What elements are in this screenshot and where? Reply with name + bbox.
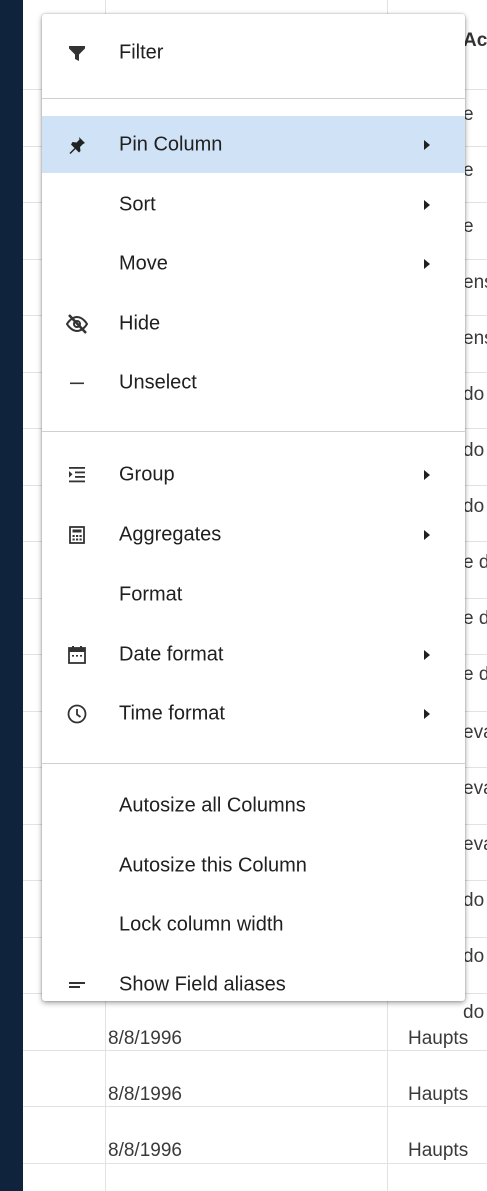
grid-cell-partial: eva	[463, 778, 487, 799]
grid-row-line	[23, 1162, 487, 1164]
menu-item-label: Autosize this Column	[119, 854, 307, 876]
grid-cell-partial: e d	[463, 608, 487, 629]
submenu-arrow-icon	[424, 199, 430, 210]
submenu-arrow-icon	[424, 708, 430, 719]
menu-item-pin-column[interactable]: Pin Column	[42, 116, 465, 173]
menu-item-label: Sort	[119, 193, 156, 215]
grid-cell-date[interactable]: 8/8/1996	[108, 1028, 182, 1050]
menu-item-label: Show Field aliases	[119, 973, 286, 995]
menu-item-label: Move	[119, 252, 168, 274]
grid-cell-partial: e d	[463, 664, 487, 685]
menu-item-label: Lock column width	[119, 913, 284, 935]
menu-item-time-format[interactable]: Time format	[42, 685, 465, 742]
calculator-icon	[64, 522, 90, 548]
menu-item-show-field-aliases[interactable]: Show Field aliases	[42, 956, 465, 1013]
menu-item-date-format[interactable]: Date format	[42, 626, 465, 683]
menu-item-autosize-all-columns[interactable]: Autosize all Columns	[42, 777, 465, 834]
column-header-partial[interactable]: Ac	[463, 30, 487, 52]
menu-item-label: Date format	[119, 643, 224, 665]
menu-item-format[interactable]: Format	[42, 566, 465, 623]
menu-item-label: Pin Column	[119, 133, 223, 155]
grid-cell-partial: eva	[463, 722, 487, 743]
menu-item-autosize-this-column[interactable]: Autosize this Column	[42, 837, 465, 894]
menu-item-label: Time format	[119, 702, 225, 724]
menu-separator	[42, 763, 465, 764]
submenu-arrow-icon	[424, 469, 430, 480]
submenu-arrow-icon	[424, 139, 430, 150]
submenu-arrow-icon	[424, 649, 430, 660]
filter-icon	[64, 40, 90, 66]
menu-item-filter[interactable]: Filter	[42, 24, 465, 81]
menu-item-label: Group	[119, 463, 175, 485]
menu-item-move[interactable]: Move	[42, 235, 465, 292]
menu-item-label: Unselect	[119, 371, 197, 393]
menu-separator	[42, 98, 465, 99]
grid-cell-date[interactable]: 8/8/1996	[108, 1140, 182, 1162]
menu-item-lock-column-width[interactable]: Lock column width	[42, 896, 465, 953]
submenu-arrow-icon	[424, 258, 430, 269]
menu-item-unselect[interactable]: Unselect	[42, 354, 465, 411]
grid-row-line	[23, 1106, 487, 1107]
menu-separator	[42, 431, 465, 432]
menu-item-label: Format	[119, 583, 183, 605]
grid-cell-address[interactable]: Haupts	[408, 1028, 468, 1050]
pin-icon	[64, 132, 90, 158]
grid-cell-partial: do	[463, 1002, 485, 1023]
grid-cell-address[interactable]: Haupts	[408, 1140, 468, 1162]
menu-item-sort[interactable]: Sort	[42, 176, 465, 233]
menu-item-label: Hide	[119, 312, 161, 334]
menu-item-hide[interactable]: Hide	[42, 295, 465, 352]
group-indent-icon	[64, 462, 90, 488]
calendar-icon	[64, 642, 90, 668]
menu-item-label: Aggregates	[119, 523, 222, 545]
menu-item-group[interactable]: Group	[42, 446, 465, 503]
grid-cell-partial: e d	[463, 552, 487, 573]
grid-cell-partial: ens	[463, 328, 487, 349]
clock-icon	[64, 701, 90, 727]
grid-cell-partial: do	[463, 496, 485, 517]
grid-cell-partial: ens	[463, 272, 487, 293]
menu-item-label: Filter	[119, 41, 164, 63]
grid-cell-partial: do	[463, 946, 485, 967]
grid-cell-date[interactable]: 8/8/1996	[108, 1084, 182, 1106]
minus-icon	[64, 370, 90, 396]
grid-cell-partial: do	[463, 384, 485, 405]
eye-off-icon	[64, 311, 90, 337]
grid-cell-partial: do	[463, 440, 485, 461]
menu-item-aggregates[interactable]: Aggregates	[42, 506, 465, 563]
column-context-menu: Filter Pin Column Sort Move Hide Unselect Grou…	[42, 14, 465, 1001]
grid-cell-partial: eva	[463, 834, 487, 855]
grid-cell-address[interactable]: Haupts	[408, 1084, 468, 1106]
grid-cell-partial: do	[463, 890, 485, 911]
submenu-arrow-icon	[424, 529, 430, 540]
text-lines-icon	[64, 972, 90, 998]
menu-item-label: Autosize all Columns	[119, 794, 306, 816]
